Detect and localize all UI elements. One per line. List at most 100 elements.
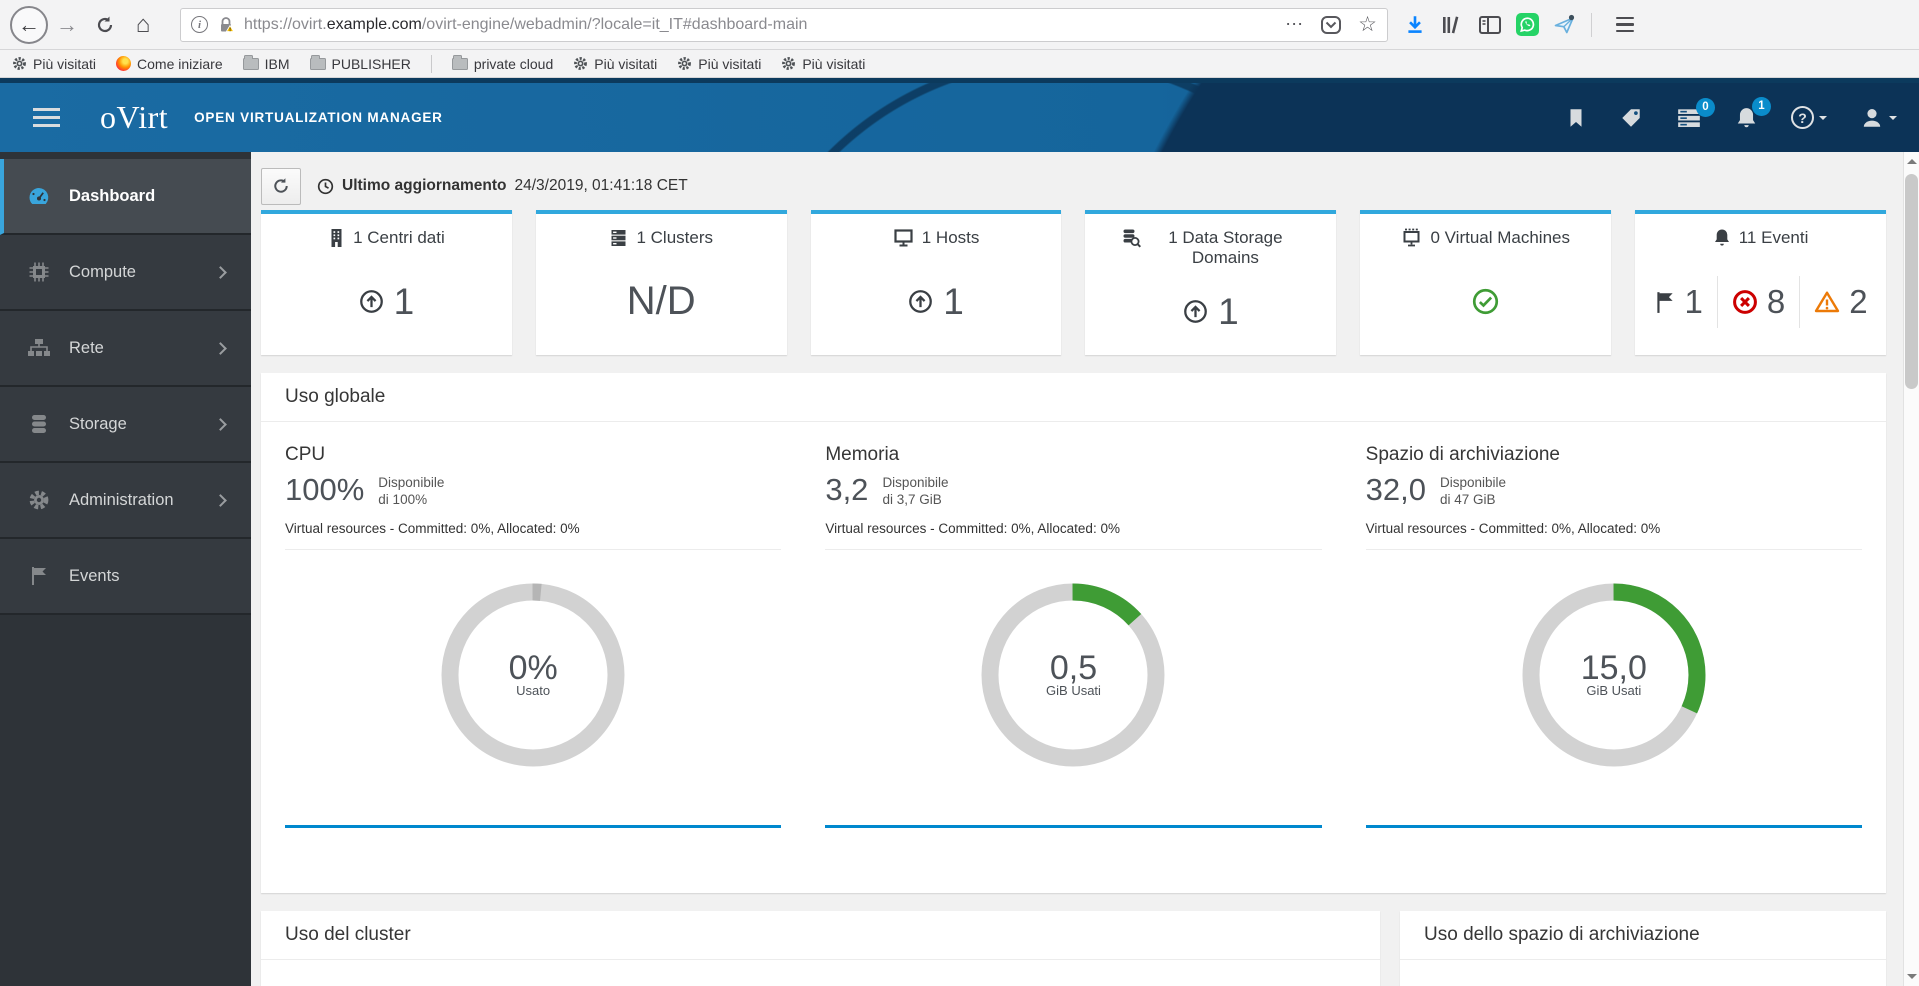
bookmark-folder[interactable]: IBM <box>242 54 290 72</box>
last-update-value: 24/3/2019, 01:41:18 CET <box>514 177 688 194</box>
trend-up-icon <box>909 290 933 314</box>
pocket-icon[interactable] <box>1320 15 1342 35</box>
storage-donut-chart[interactable]: 15,0 GiB Usati <box>1519 580 1709 770</box>
folder-icon <box>242 54 259 70</box>
cluster-icon <box>611 230 626 246</box>
sidebar-item-dashboard[interactable]: Dashboard <box>0 159 251 235</box>
network-icon <box>26 337 52 359</box>
product-title: OPEN VIRTUALIZATION MANAGER <box>194 110 443 125</box>
bookmark-label: Più visitati <box>698 55 762 72</box>
insecure-lock-icon[interactable] <box>217 16 235 34</box>
help-menu-button[interactable]: ? <box>1791 106 1827 129</box>
url-domain: example.com <box>326 15 422 33</box>
brand-logo[interactable]: oVirt <box>100 99 168 136</box>
bookmark-star-icon[interactable]: ☆ <box>1358 12 1377 37</box>
tasks-badge: 0 <box>1696 97 1715 117</box>
card-storage-domains[interactable]: 1 Data Storage Domains 1 <box>1085 210 1337 355</box>
toolbar-separator <box>1591 12 1592 37</box>
tasks-button[interactable]: 0 <box>1676 97 1715 129</box>
sidebar-item-storage[interactable]: Storage <box>0 387 251 463</box>
events-errors[interactable]: 8 <box>1718 283 1799 321</box>
card-events[interactable]: 11 Eventi 1 8 2 <box>1635 210 1886 355</box>
bookmarks-button[interactable] <box>1566 107 1586 129</box>
forward-button[interactable]: → <box>48 6 86 44</box>
card-hosts[interactable]: 1 Hosts 1 <box>810 210 1062 355</box>
last-update-label: Ultimo aggiornamento <box>342 177 507 194</box>
whatsapp-icon[interactable] <box>1516 13 1539 36</box>
cpu-sparkline[interactable] <box>285 824 782 828</box>
available-of: di 100% <box>378 491 428 507</box>
sidebar-item-label: Events <box>69 566 120 585</box>
chevron-right-icon <box>214 417 227 431</box>
library-icon[interactable] <box>1440 14 1464 36</box>
bookmark-item[interactable]: Più visitati <box>781 56 865 72</box>
error-count: 8 <box>1766 282 1786 320</box>
menu-button[interactable] <box>1606 6 1644 44</box>
storage-icon <box>26 413 52 435</box>
available-label: Disponibile <box>378 475 445 490</box>
bookmark-folder[interactable]: PUBLISHER <box>309 54 411 72</box>
app-masthead: oVirt OPEN VIRTUALIZATION MANAGER 0 1 ? <box>0 78 1919 152</box>
back-button[interactable]: ← <box>10 5 48 44</box>
usage-name: CPU <box>285 444 326 465</box>
card-virtual-machines[interactable]: 0 Virtual Machines <box>1360 210 1612 355</box>
url-path: /ovirt-engine/webadmin/?locale=it_IT#das… <box>421 15 808 33</box>
page-actions-icon[interactable]: ⋯ <box>1285 14 1304 35</box>
cpu-donut-chart[interactable]: 0% Usato <box>438 580 628 770</box>
sidebar-item-administration[interactable]: Administration <box>0 463 251 539</box>
memory-donut-chart[interactable]: 0,5 GiB Usati <box>978 580 1168 770</box>
usage-name: Memoria <box>825 444 900 465</box>
storage-sparkline[interactable] <box>1365 824 1862 828</box>
events-flagged[interactable]: 1 <box>1640 283 1717 321</box>
flag-icon <box>26 565 52 587</box>
card-value: 1 <box>1218 290 1239 332</box>
alerts-button[interactable]: 1 <box>1735 96 1771 130</box>
url-text[interactable]: https://ovirt.example.com/ovirt-engine/w… <box>244 16 1285 34</box>
card-title: 1 Data Storage Domains <box>1168 228 1283 268</box>
bookmark-item[interactable]: Più visitati <box>12 56 96 72</box>
scroll-down-icon[interactable] <box>1907 974 1917 979</box>
warning-icon <box>1815 291 1840 313</box>
card-data-centers[interactable]: 1 Centri dati 1 <box>261 210 512 355</box>
refresh-button[interactable] <box>261 167 301 205</box>
user-menu-button[interactable] <box>1860 106 1897 130</box>
bookmark-label: Più visitati <box>594 55 658 72</box>
downloads-icon[interactable] <box>1404 14 1426 36</box>
nav-toggle-button[interactable] <box>33 107 60 128</box>
divider <box>825 548 1322 550</box>
memory-sparkline[interactable] <box>825 824 1322 828</box>
available-of: di 3,7 GiB <box>882 491 942 507</box>
firefox-icon <box>116 56 132 71</box>
reload-button[interactable] <box>86 6 124 44</box>
sidebar-item-network[interactable]: Rete <box>0 311 251 387</box>
sidebar-item-events[interactable]: Events <box>0 539 251 615</box>
url-bar[interactable]: i https://ovirt.example.com/ovirt-engine… <box>180 7 1388 42</box>
scroll-up-icon[interactable] <box>1907 159 1917 164</box>
bookmark-item[interactable]: Come iniziare <box>116 56 223 72</box>
global-usage-panel: Uso globale CPU 100% Disponibile di 100% … <box>261 373 1886 893</box>
sidebars-icon[interactable] <box>1478 15 1502 35</box>
tags-button[interactable] <box>1619 106 1643 130</box>
bookmark-item[interactable]: Più visitati <box>573 56 657 72</box>
bookmark-label: Più visitati <box>33 55 97 72</box>
content-scrollbar[interactable] <box>1903 152 1919 986</box>
divider <box>1365 548 1862 550</box>
home-button[interactable]: ⌂ <box>124 6 162 44</box>
cluster-usage-panel: Uso del cluster <box>261 911 1380 986</box>
card-title: 1 Centri dati <box>353 228 445 247</box>
back-icon: ← <box>18 11 40 37</box>
events-warnings[interactable]: 2 <box>1800 283 1881 321</box>
refresh-icon <box>274 178 288 193</box>
donut-value: 15,0 <box>1580 649 1647 688</box>
telegram-icon[interactable] <box>1553 14 1577 36</box>
usage-column-storage: Spazio di archiviazione 32,0 Disponibile… <box>1365 444 1862 828</box>
bookmark-folder[interactable]: private cloud <box>451 54 553 72</box>
page-info-icon[interactable]: i <box>191 16 208 33</box>
card-clusters[interactable]: 1 Clusters N/D <box>535 210 787 355</box>
usage-available-value: 3,2 <box>825 472 869 507</box>
usage-available-value: 32,0 <box>1365 472 1426 507</box>
bookmark-item[interactable]: Più visitati <box>677 56 761 72</box>
scrollbar-thumb[interactable] <box>1905 174 1918 389</box>
chevron-down-icon <box>1819 116 1827 124</box>
sidebar-item-compute[interactable]: Compute <box>0 235 251 311</box>
